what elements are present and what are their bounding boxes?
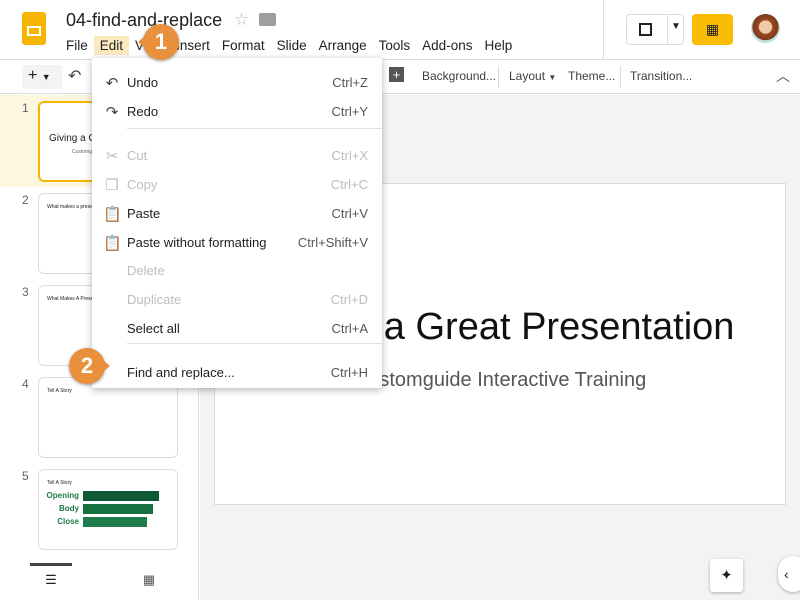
slide-number: 5 xyxy=(22,469,29,483)
menu-edit[interactable]: Edit xyxy=(93,36,130,55)
grid-view-button[interactable]: ▦ xyxy=(128,566,170,594)
present-button[interactable]: ▼ xyxy=(626,14,684,45)
menu-item-shortcut: Ctrl+D xyxy=(330,292,368,307)
chevron-down-icon[interactable]: ▼ xyxy=(671,21,681,32)
theme-button[interactable]: Theme... xyxy=(568,69,615,83)
slides-logo xyxy=(22,12,46,45)
side-panel-toggle[interactable]: ‹ xyxy=(778,556,800,592)
menu-item-shortcut: Ctrl+Shift+V xyxy=(297,235,368,250)
menu-item-shortcut: Ctrl+H xyxy=(330,365,368,380)
share-button[interactable]: ▦ xyxy=(692,14,733,45)
menu-item-label: Paste without formatting xyxy=(127,235,267,250)
undo-icon[interactable]: ↶ xyxy=(68,66,81,86)
transition-button[interactable]: Transition... xyxy=(630,69,692,83)
slide-thumbnail-5[interactable]: Tell A Story Opening Body Close xyxy=(38,469,178,550)
menu-item-label: Redo xyxy=(127,104,159,119)
filmstrip-view-button[interactable]: ☰ xyxy=(30,563,72,593)
menu-tools[interactable]: Tools xyxy=(373,36,417,55)
redo-icon: ↷ xyxy=(105,104,119,121)
menu-item-shortcut: Ctrl+Z xyxy=(332,75,368,90)
new-slide-button[interactable]: + ▼ xyxy=(22,65,62,89)
menu-item-label: Find and replace... xyxy=(127,365,235,380)
menu-item-paste-without-formatting[interactable]: 📋 Paste without formatting Ctrl+Shift+V xyxy=(92,230,382,256)
thumb-title: Tell A Story xyxy=(47,480,72,486)
copy-icon: ❐ xyxy=(105,177,119,194)
thumb-row-label: Close xyxy=(57,517,79,526)
menu-help[interactable]: Help xyxy=(478,36,518,55)
star-icon[interactable]: ☆ xyxy=(234,10,249,30)
menu-item-shortcut: Ctrl+X xyxy=(331,148,368,163)
menu-separator xyxy=(127,128,382,129)
menu-separator xyxy=(127,343,382,344)
slide-thumbnail-4[interactable]: Tell A Story xyxy=(38,377,178,458)
menu-item-find-and-replace[interactable]: Find and replace... Ctrl+H xyxy=(92,360,382,386)
thumb-title: Tell A Story xyxy=(47,388,72,394)
menu-item-shortcut: Ctrl+C xyxy=(330,177,368,192)
menu-item-redo[interactable]: ↷ Redo Ctrl+Y xyxy=(92,99,382,125)
layout-label: Layout xyxy=(509,69,546,83)
edit-menu: ↶ Undo Ctrl+Z ↷ Redo Ctrl+Y ✂ Cut Ctrl+X ❐ Copy Ctr… xyxy=(92,58,382,388)
slide-number: 4 xyxy=(22,377,29,391)
menu-item-label: Paste xyxy=(127,206,161,221)
menu-item-duplicate[interactable]: Duplicate Ctrl+D xyxy=(92,287,382,313)
menu-slide[interactable]: Slide xyxy=(271,36,313,55)
menu-item-undo[interactable]: ↶ Undo Ctrl+Z xyxy=(92,70,382,96)
menu-item-cut[interactable]: ✂ Cut Ctrl+X xyxy=(92,143,382,169)
explore-button[interactable]: ✦ xyxy=(710,559,743,592)
undo-icon: ↶ xyxy=(105,75,119,92)
add-comment-icon[interactable]: + xyxy=(389,67,404,82)
callout-2: 2 xyxy=(69,348,110,384)
menu-item-label: Select all xyxy=(127,321,180,336)
menu-item-label: Undo xyxy=(127,75,159,90)
menu-item-select-all[interactable]: Select all Ctrl+A xyxy=(92,316,382,342)
menu-item-paste[interactable]: 📋 Paste Ctrl+V xyxy=(92,201,382,227)
menu-item-shortcut: Ctrl+V xyxy=(331,206,368,221)
menu-bar: File Edit View Insert Format Slide Arran… xyxy=(60,36,518,55)
paste-icon: 📋 xyxy=(103,206,122,223)
slide-number: 2 xyxy=(22,193,29,207)
slide-number: 1 xyxy=(22,101,29,115)
avatar[interactable] xyxy=(751,14,780,43)
present-icon xyxy=(639,23,652,36)
header-divider xyxy=(603,0,604,59)
menu-format[interactable]: Format xyxy=(216,36,271,55)
menu-item-label: Cut xyxy=(127,148,148,163)
thumb-row-label: Body xyxy=(59,504,79,513)
folder-icon[interactable] xyxy=(259,13,276,26)
menu-item-label: Delete xyxy=(127,263,165,278)
menu-item-label: Copy xyxy=(127,177,158,192)
slide-number: 3 xyxy=(22,285,29,299)
cut-icon: ✂ xyxy=(105,148,119,165)
thumb-row-label: Opening xyxy=(46,491,79,500)
menu-arrange[interactable]: Arrange xyxy=(313,36,373,55)
menu-item-delete[interactable]: Delete xyxy=(92,258,382,284)
menu-item-label: Duplicate xyxy=(127,292,182,307)
paste-plain-icon: 📋 xyxy=(103,235,122,252)
menu-addons[interactable]: Add-ons xyxy=(416,36,478,55)
layout-button[interactable]: Layout ▼ xyxy=(509,69,556,83)
background-button[interactable]: Background... xyxy=(422,69,496,83)
callout-1: 1 xyxy=(138,24,179,60)
menu-item-copy[interactable]: ❐ Copy Ctrl+C xyxy=(92,172,382,198)
menu-item-shortcut: Ctrl+A xyxy=(331,321,368,336)
menu-item-shortcut: Ctrl+Y xyxy=(331,104,368,119)
document-title[interactable]: 04-find-and-replace xyxy=(66,10,222,31)
collapse-toolbar-icon[interactable]: ︿ xyxy=(776,66,790,86)
menu-file[interactable]: File xyxy=(60,36,94,55)
